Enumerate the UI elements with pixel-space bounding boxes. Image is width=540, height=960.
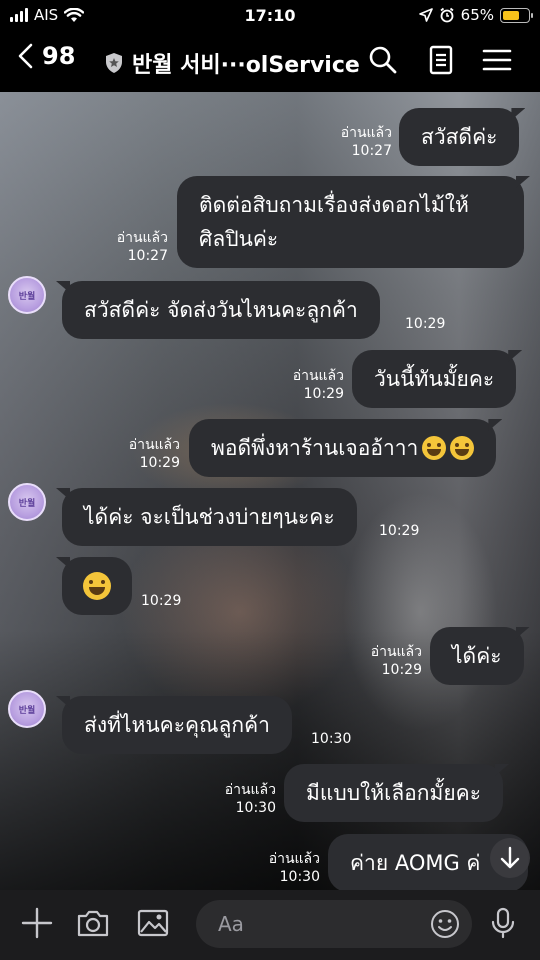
message-bubble-outgoing[interactable]: วันนี้ทันมั้ยคะ <box>352 350 523 408</box>
message-time: 10:29 <box>381 662 422 678</box>
unread-count: 98 <box>42 42 76 70</box>
message-meta: อ่านแล้ว 10:30 <box>262 850 320 886</box>
read-receipt: อ่านแล้ว <box>116 230 168 246</box>
read-receipt: อ่านแล้ว <box>268 851 320 867</box>
message-input[interactable]: Aa <box>196 900 472 948</box>
battery-fill <box>503 10 519 20</box>
status-right: 65% <box>418 6 533 24</box>
message-time: 10:29 <box>405 316 446 332</box>
message-bubble-incoming[interactable]: ได้ค่ะ จะเป็นช่วงบ่ายๆนะคะ <box>56 488 357 546</box>
message-text: สวัสดีค่ะ จัดส่งวันไหนคะลูกค้า <box>84 297 358 322</box>
avatar-label: 반월 <box>18 705 36 716</box>
battery-percent: 65% <box>460 6 494 24</box>
battery-icon <box>500 7 533 23</box>
message-bubble-outgoing[interactable]: สวัสดีค่ะ <box>399 108 526 166</box>
location-icon <box>418 8 433 22</box>
back-icon <box>18 43 33 69</box>
avatar[interactable]: 반월 <box>8 690 46 728</box>
message-time: 10:29 <box>303 386 344 402</box>
avatar-label: 반월 <box>18 498 36 509</box>
status-bar: AIS 17:10 65% <box>0 0 540 30</box>
chat-header: 98 반월 서비···olService <box>0 30 540 92</box>
message-bubble-incoming[interactable]: ส่งที่ไหนคะคุณลูกค้า <box>56 696 292 754</box>
avatar-label: 반월 <box>18 291 36 302</box>
search-button[interactable] <box>367 44 399 76</box>
read-receipt: อ่านแล้ว <box>224 782 276 798</box>
search-icon <box>369 46 397 74</box>
menu-icon <box>482 49 512 71</box>
message-input-placeholder: Aa <box>218 912 244 936</box>
message-bubble-outgoing[interactable]: ได้ค่ะ <box>430 627 530 685</box>
message-time: 10:29 <box>139 455 180 471</box>
alarm-icon <box>440 7 454 23</box>
message-text: ได้ค่ะ จะเป็นช่วงบ่ายๆนะคะ <box>84 504 335 529</box>
message-text-line: ศิลปินค่ะ <box>199 227 279 251</box>
message-meta: อ่านแล้ว 10:27 <box>334 124 392 160</box>
read-receipt: อ่านแล้ว <box>128 437 180 453</box>
read-receipt: อ่านแล้ว <box>292 368 344 384</box>
avatar[interactable]: 반월 <box>8 276 46 314</box>
message-time: 10:30 <box>235 800 276 816</box>
message-time: 10:29 <box>379 523 420 539</box>
camera-icon <box>77 910 109 937</box>
emoji-icon[interactable] <box>430 909 460 939</box>
voice-button[interactable] <box>486 906 520 940</box>
message-text: มีแบบให้เลือกมั้ยคะ <box>306 780 481 805</box>
image-icon <box>137 909 169 937</box>
message-time: 10:27 <box>127 248 168 264</box>
message-bubble-incoming[interactable]: สวัสดีค่ะ จัดส่งวันไหนคะลูกค้า <box>56 281 380 339</box>
message-text: พอดีพึ่งหาร้านเจออ้าาา <box>211 435 419 460</box>
add-button[interactable] <box>20 906 54 940</box>
message-time: 10:29 <box>141 593 182 609</box>
message-text-line: ติดต่อสิบถามเรื่องส่งดอกไม้ให้ <box>199 193 469 217</box>
message-meta: อ่านแล้ว 10:27 <box>110 229 168 265</box>
joy-emoji-icon <box>83 572 111 600</box>
message-meta: อ่านแล้ว 10:30 <box>218 781 276 817</box>
message-bubble-outgoing[interactable]: มีแบบให้เลือกมั้ยคะ <box>284 764 509 822</box>
arrow-down-icon <box>500 846 520 869</box>
notes-icon <box>429 45 453 75</box>
message-meta: อ่านแล้ว 10:29 <box>122 436 180 472</box>
message-time: 10:30 <box>311 731 352 747</box>
message-text: วันนี้ทันมั้ยคะ <box>374 366 495 391</box>
menu-button[interactable] <box>481 44 513 76</box>
microphone-icon <box>491 907 515 939</box>
message-meta: อ่านแล้ว 10:29 <box>364 643 422 679</box>
message-bubble-outgoing[interactable]: พอดีพึ่งหาร้านเจออ้าาา <box>189 419 503 477</box>
message-text: ส่งที่ไหนคะคุณลูกค้า <box>84 712 270 737</box>
chat-title-text: 반월 서비···olService <box>132 53 360 78</box>
rofl-emoji-icon <box>422 436 447 460</box>
message-text: ได้ค่ะ <box>452 643 502 668</box>
read-receipt: อ่านแล้ว <box>370 644 422 660</box>
rofl-emoji-icon <box>450 436 475 460</box>
camera-button[interactable] <box>76 906 110 940</box>
avatar[interactable]: 반월 <box>8 483 46 521</box>
notes-button[interactable] <box>425 44 457 76</box>
message-meta: อ่านแล้ว 10:29 <box>286 367 344 403</box>
chat-title[interactable]: 반월 서비···olService <box>104 47 360 79</box>
message-time: 10:30 <box>279 869 320 885</box>
shield-icon <box>106 53 122 73</box>
message-bubble-incoming[interactable] <box>56 557 132 615</box>
back-button[interactable]: 98 <box>16 42 75 70</box>
read-receipt: อ่านแล้ว <box>340 125 392 141</box>
plus-icon <box>21 907 53 939</box>
message-text: สวัสดีค่ะ <box>421 124 498 149</box>
message-time: 10:27 <box>351 143 392 159</box>
message-text: ค่าย AOMG ค่ <box>350 850 481 875</box>
input-bar: Aa <box>0 890 540 960</box>
scroll-to-bottom-button[interactable] <box>490 838 530 878</box>
gallery-button[interactable] <box>136 906 170 940</box>
message-bubble-outgoing[interactable]: ติดต่อสิบถามเรื่องส่งดอกไม้ให้ ศิลปินค่ะ <box>177 176 530 268</box>
